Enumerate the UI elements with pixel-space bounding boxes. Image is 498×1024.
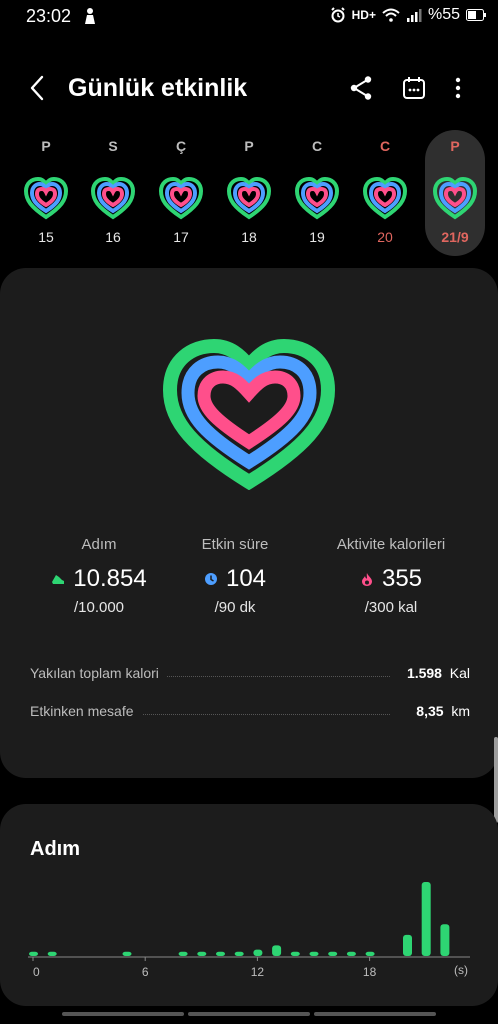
battery-percent: %55	[427, 6, 460, 23]
wifi-icon	[382, 8, 400, 22]
day-of-week: C	[311, 138, 323, 154]
signal-icon	[406, 9, 422, 22]
x-unit-label: (s)	[454, 963, 468, 977]
distance-value: 8,35 km	[408, 703, 470, 719]
steps-bar	[346, 951, 356, 956]
distance-label: Etkinken mesafe	[30, 703, 142, 719]
calories-metric: Aktivite kalorileri 355 /300 kal	[308, 536, 474, 616]
battery-icon	[466, 9, 486, 21]
day-number: 15	[38, 229, 54, 245]
activity-heart-icon	[294, 176, 340, 220]
steps-bar	[29, 951, 38, 956]
back-arrow-icon[interactable]	[26, 74, 50, 102]
active-time-label: Etkin süre	[201, 536, 269, 553]
steps-bar	[328, 951, 338, 956]
activity-summary-card: Adım 10.854 /10.000 Etkin süre 104 /90 d…	[0, 268, 498, 778]
day-number: 17	[173, 229, 189, 245]
day-of-week: P	[41, 138, 51, 154]
day-item[interactable]: S 16	[83, 130, 143, 256]
steps-bar	[253, 949, 263, 956]
nav-back-button[interactable]	[314, 1012, 436, 1016]
activity-heart-icon	[90, 176, 136, 220]
calories-goal: /300 kal	[364, 599, 418, 616]
steps-bar	[290, 951, 300, 956]
day-item[interactable]: Ç 17	[151, 130, 211, 256]
share-icon[interactable]	[349, 75, 373, 101]
steps-bar	[309, 951, 319, 956]
distance-row: Etkinken mesafe 8,35 km	[30, 703, 470, 723]
page-title: Günlük etkinlik	[68, 74, 248, 102]
day-number: 20	[377, 229, 393, 245]
total-calories-value: 1.598 Kal	[398, 665, 470, 681]
calendar-icon[interactable]	[402, 76, 426, 100]
day-number: 19	[309, 229, 325, 245]
status-bar: 23:02 HD+ %55	[0, 0, 498, 32]
status-time: 23:02	[26, 6, 72, 26]
steps-bar	[216, 951, 225, 956]
day-item-selected[interactable]: P 21/9	[425, 130, 485, 256]
steps-value: 10.854	[73, 565, 147, 592]
steps-label: Adım	[81, 536, 117, 553]
steps-bar	[178, 951, 188, 956]
x-tick-label: 12	[251, 965, 265, 979]
active-time-metric: Etkin süre 104 /90 dk	[160, 536, 310, 616]
week-day-selector: P 15 S 16 Ç 17 P 18 C 19 C 20 P 21/9	[0, 130, 498, 260]
status-icons: HD+ %55	[330, 6, 460, 24]
activity-heart-icon	[158, 176, 204, 220]
steps-bar	[403, 934, 412, 956]
day-of-week: P	[244, 138, 254, 154]
activity-heart-icon	[362, 176, 408, 220]
day-of-week: P	[450, 138, 460, 154]
activity-heart-icon	[162, 338, 336, 490]
nav-home-button[interactable]	[188, 1012, 310, 1016]
steps-goal: /10.000	[73, 599, 125, 616]
day-of-week: C	[379, 138, 391, 154]
app-bar: Günlük etkinlik	[0, 60, 498, 116]
steps-bar	[272, 945, 282, 956]
nav-recent-button[interactable]	[62, 1012, 184, 1016]
day-item[interactable]: C 19	[287, 130, 347, 256]
clock-icon	[204, 573, 217, 585]
system-nav-bar	[0, 1006, 498, 1024]
steps-metric: Adım 10.854 /10.000	[24, 536, 174, 616]
day-number: 18	[241, 229, 257, 245]
more-options-icon[interactable]	[450, 76, 466, 100]
steps-bar	[197, 951, 207, 956]
steps-hourly-chart: 0 6 12 18 (s)	[28, 882, 470, 979]
steps-bar	[365, 951, 375, 956]
steps-bar	[122, 951, 132, 956]
steps-bar	[234, 951, 244, 956]
day-number: 16	[105, 229, 121, 245]
shoe-icon	[52, 575, 65, 584]
day-item[interactable]: C 20	[355, 130, 415, 256]
calories-label: Aktivite kalorileri	[336, 536, 446, 553]
hd-indicator: HD+	[351, 8, 376, 22]
x-tick-label: 18	[363, 965, 377, 979]
active-time-goal: /90 dk	[214, 599, 256, 616]
day-item[interactable]: P 15	[16, 130, 76, 256]
x-tick-label: 0	[33, 965, 40, 979]
day-of-week: Ç	[175, 138, 187, 154]
total-calories-row: Yakılan toplam kalori 1.598 Kal	[30, 665, 470, 685]
active-time-value: 104	[225, 565, 267, 592]
activity-heart-icon	[23, 176, 69, 220]
activity-heart-icon	[226, 176, 272, 220]
steps-bar	[421, 882, 431, 956]
steps-bar	[440, 924, 450, 956]
steps-bar	[47, 951, 57, 956]
notification-icon	[85, 8, 95, 24]
total-calories-label: Yakılan toplam kalori	[30, 665, 167, 681]
activity-heart-icon	[432, 176, 478, 220]
steps-chart-card[interactable]: Adım 0 6 12 18 (s)	[0, 804, 498, 1006]
flame-icon	[361, 573, 372, 586]
alarm-icon	[330, 7, 345, 23]
day-item[interactable]: P 18	[219, 130, 279, 256]
day-of-week: S	[108, 138, 118, 154]
day-number: 21/9	[441, 229, 469, 245]
x-tick-label: 6	[142, 965, 149, 979]
calories-value: 355	[381, 565, 423, 592]
